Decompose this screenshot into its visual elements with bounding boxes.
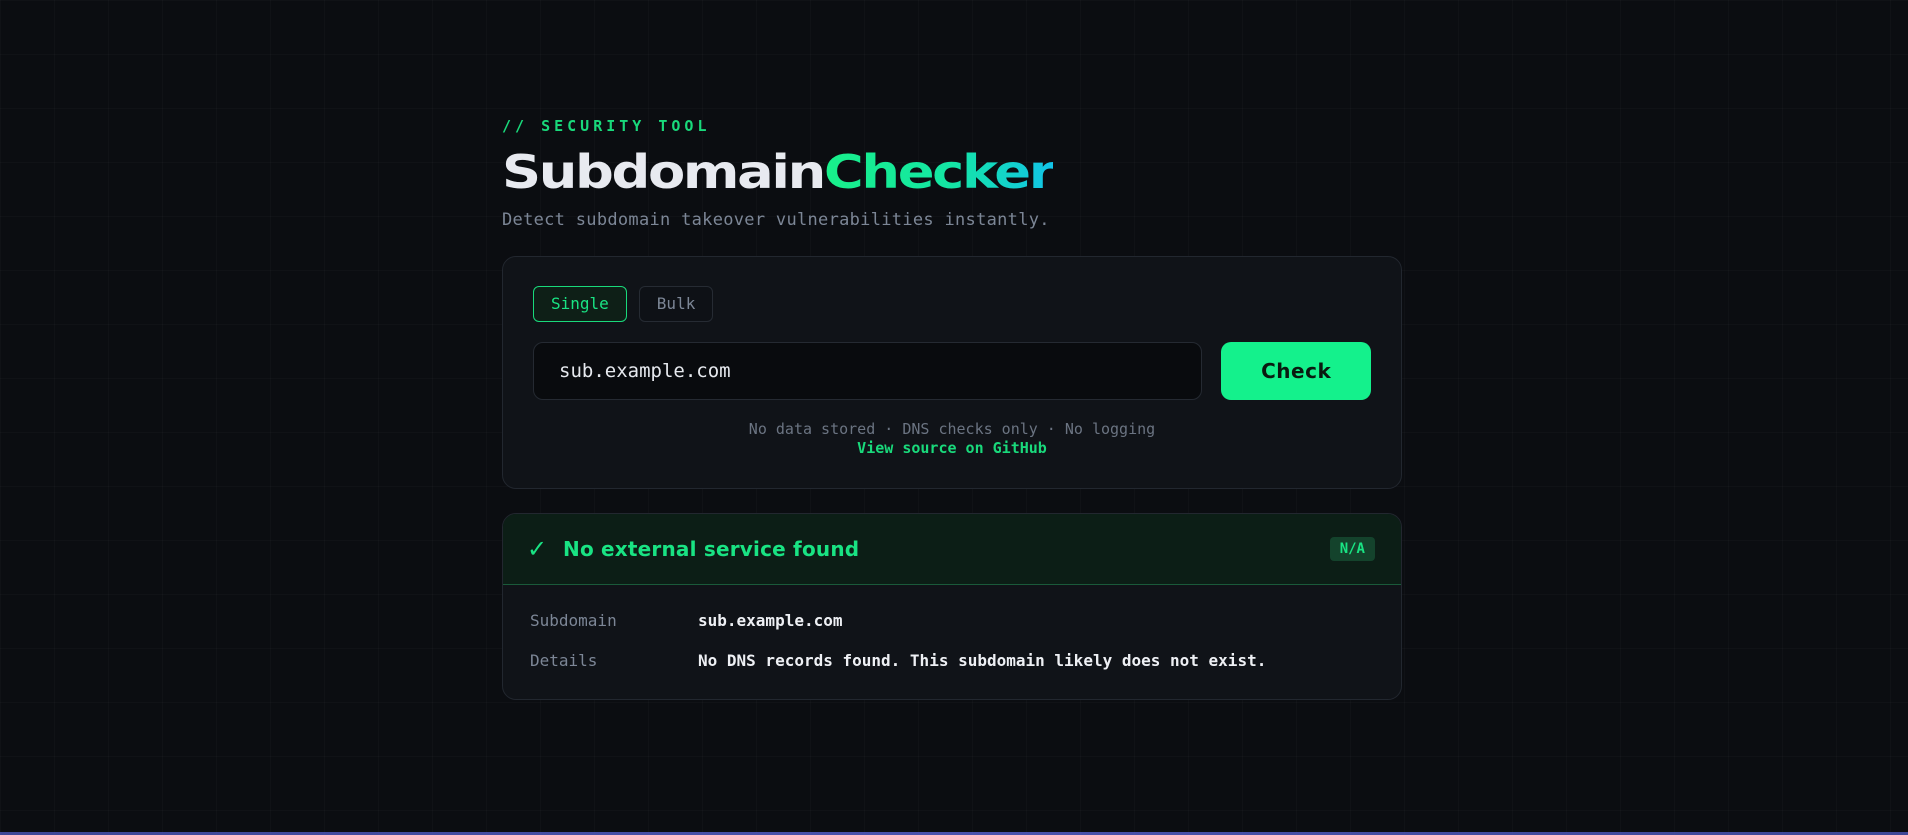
check-icon: ✓ xyxy=(527,535,548,563)
tab-single[interactable]: Single xyxy=(533,286,627,322)
page-title: SubdomainChecker xyxy=(502,144,1564,200)
tab-bulk[interactable]: Bulk xyxy=(638,286,714,322)
result-title: No external service found xyxy=(563,537,860,561)
title-part-subdomain: Subdomain xyxy=(502,145,826,199)
result-value: sub.example.com xyxy=(698,611,843,630)
input-row: Check xyxy=(533,342,1371,400)
eyebrow-label: // SECURITY TOOL xyxy=(502,117,711,135)
page-subtitle: Detect subdomain takeover vulnerabilitie… xyxy=(502,210,1050,230)
result-row-details: Details No DNS records found. This subdo… xyxy=(530,651,1374,671)
result-row-subdomain: Subdomain sub.example.com xyxy=(530,611,1374,631)
status-badge: N/A xyxy=(1329,537,1375,561)
privacy-note: No data stored · DNS checks only · No lo… xyxy=(748,420,1156,438)
check-button[interactable]: Check xyxy=(1221,342,1371,400)
result-header: ✓ No external service found N/A xyxy=(503,514,1401,585)
subdomain-input[interactable] xyxy=(533,342,1203,400)
result-value: No DNS records found. This subdomain lik… xyxy=(698,651,1267,670)
title-part-checker: Checker xyxy=(823,145,1056,199)
main-container: // SECURITY TOOL SubdomainChecker Detect… xyxy=(502,116,1402,700)
result-key: Subdomain xyxy=(530,611,617,630)
result-body: Subdomain sub.example.com Details No DNS… xyxy=(503,585,1401,671)
mode-tabs: Single Bulk xyxy=(533,286,1371,322)
check-form-card: Single Bulk Check No data stored · DNS c… xyxy=(502,256,1402,489)
result-card: ✓ No external service found N/A Subdomai… xyxy=(502,513,1402,700)
result-key: Details xyxy=(530,651,598,670)
github-link[interactable]: View source on GitHub xyxy=(533,439,1371,458)
